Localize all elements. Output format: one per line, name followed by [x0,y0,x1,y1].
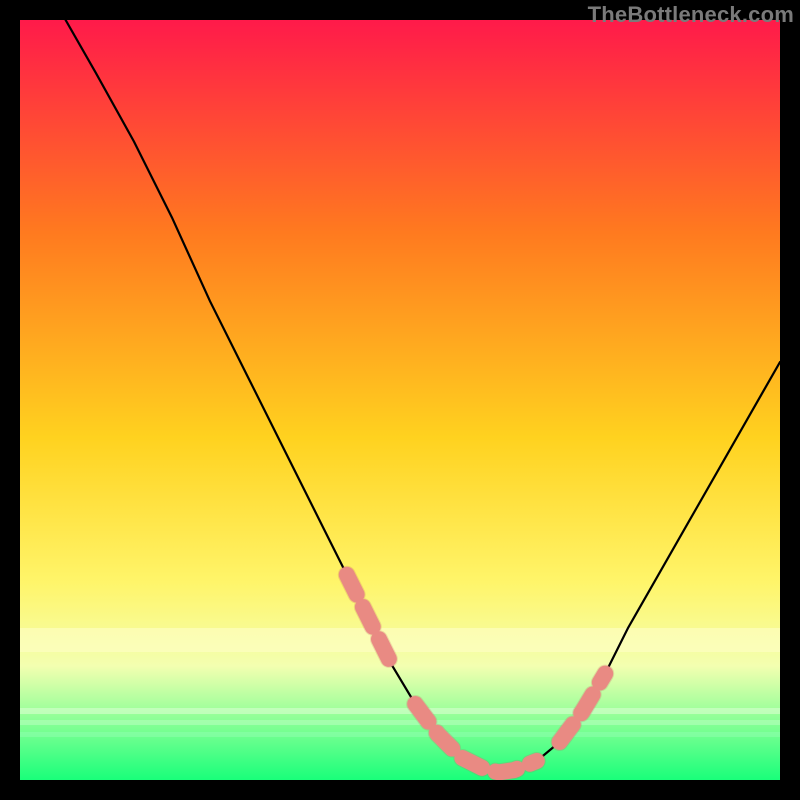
pale-green-stripe-1 [20,708,780,714]
pale-green-stripe-2 [20,720,780,725]
gradient-background [20,20,780,780]
watermark-text: TheBottleneck.com [588,2,794,28]
pale-green-stripe-3 [20,732,780,737]
pale-yellow-band [20,628,780,652]
chart-frame [20,20,780,780]
bottleneck-chart [20,20,780,780]
